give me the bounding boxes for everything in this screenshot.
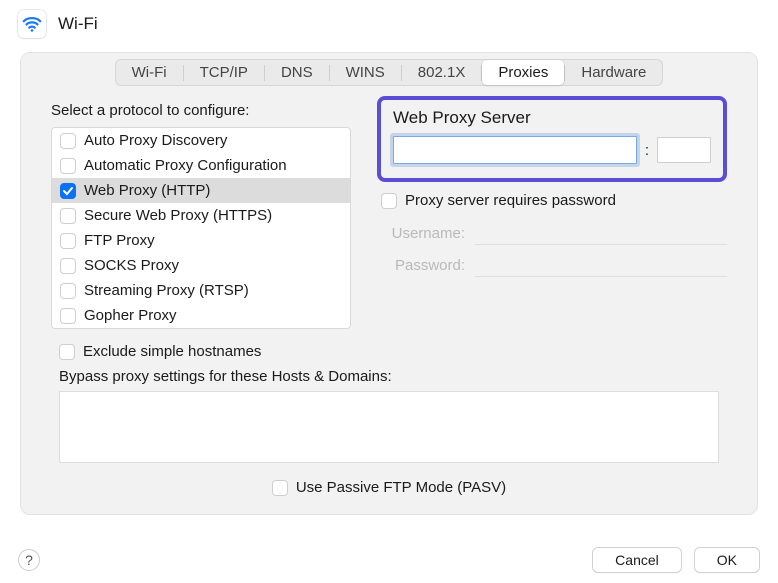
exclude-simple-hostnames-label: Exclude simple hostnames	[83, 343, 261, 360]
protocol-checkbox[interactable]	[60, 283, 76, 299]
protocol-label: Secure Web Proxy (HTTPS)	[84, 207, 272, 224]
bypass-textarea[interactable]	[59, 391, 719, 463]
proxy-address-input[interactable]	[393, 136, 637, 164]
protocol-label: FTP Proxy	[84, 232, 155, 249]
cancel-button[interactable]: Cancel	[592, 547, 682, 573]
ok-button[interactable]: OK	[694, 547, 760, 573]
protocol-row[interactable]: FTP Proxy	[52, 228, 350, 253]
password-input[interactable]	[475, 253, 727, 277]
username-input[interactable]	[475, 221, 727, 245]
tab-dns[interactable]: DNS	[265, 60, 329, 85]
tab-hardware[interactable]: Hardware	[565, 60, 662, 85]
page-title: Wi-Fi	[58, 14, 98, 34]
protocol-checkbox[interactable]	[60, 233, 76, 249]
protocol-label: Automatic Proxy Configuration	[84, 157, 287, 174]
tab-tcp-ip[interactable]: TCP/IP	[184, 60, 264, 85]
protocol-row[interactable]: Web Proxy (HTTP)	[52, 178, 350, 203]
tab-wi-fi[interactable]: Wi-Fi	[116, 60, 183, 85]
protocol-row[interactable]: SOCKS Proxy	[52, 253, 350, 278]
bypass-label: Bypass proxy settings for these Hosts & …	[59, 368, 757, 385]
protocol-label: Gopher Proxy	[84, 307, 177, 324]
exclude-simple-hostnames-checkbox[interactable]	[59, 344, 75, 360]
requires-password-checkbox[interactable]	[381, 193, 397, 209]
tabbar: Wi-FiTCP/IPDNSWINS802.1XProxiesHardware	[21, 53, 757, 86]
protocol-list[interactable]: Auto Proxy Discovery Automatic Proxy Conf…	[51, 127, 351, 329]
protocol-row[interactable]: Gopher Proxy	[52, 303, 350, 328]
proxy-server-highlight: Web Proxy Server :	[377, 96, 727, 182]
protocol-checkbox[interactable]	[60, 133, 76, 149]
address-port-separator: :	[645, 142, 649, 159]
protocol-label: Streaming Proxy (RTSP)	[84, 282, 249, 299]
passive-ftp-label: Use Passive FTP Mode (PASV)	[296, 479, 506, 496]
passive-ftp-checkbox[interactable]	[272, 480, 288, 496]
password-label: Password:	[377, 257, 465, 274]
protocol-checkbox[interactable]	[60, 308, 76, 324]
proxy-port-input[interactable]	[657, 137, 711, 163]
wifi-icon	[18, 10, 46, 38]
main-panel: Wi-FiTCP/IPDNSWINS802.1XProxiesHardware …	[20, 52, 758, 515]
protocol-label: SOCKS Proxy	[84, 257, 179, 274]
tab-802-1x[interactable]: 802.1X	[402, 60, 482, 85]
help-button[interactable]: ?	[18, 549, 40, 571]
protocol-section-label: Select a protocol to configure:	[51, 102, 351, 119]
protocol-checkbox[interactable]	[60, 208, 76, 224]
protocol-label: Web Proxy (HTTP)	[84, 182, 210, 199]
protocol-row[interactable]: Auto Proxy Discovery	[52, 128, 350, 153]
protocol-row[interactable]: Automatic Proxy Configuration	[52, 153, 350, 178]
protocol-checkbox[interactable]	[60, 258, 76, 274]
protocol-checkbox[interactable]	[60, 158, 76, 174]
tab-wins[interactable]: WINS	[330, 60, 401, 85]
protocol-checkbox[interactable]	[60, 183, 76, 199]
requires-password-label: Proxy server requires password	[405, 192, 616, 209]
web-proxy-server-heading: Web Proxy Server	[393, 108, 711, 128]
protocol-label: Auto Proxy Discovery	[84, 132, 227, 149]
tab-proxies[interactable]: Proxies	[482, 60, 564, 85]
username-label: Username:	[377, 225, 465, 242]
protocol-row[interactable]: Streaming Proxy (RTSP)	[52, 278, 350, 303]
protocol-row[interactable]: Secure Web Proxy (HTTPS)	[52, 203, 350, 228]
